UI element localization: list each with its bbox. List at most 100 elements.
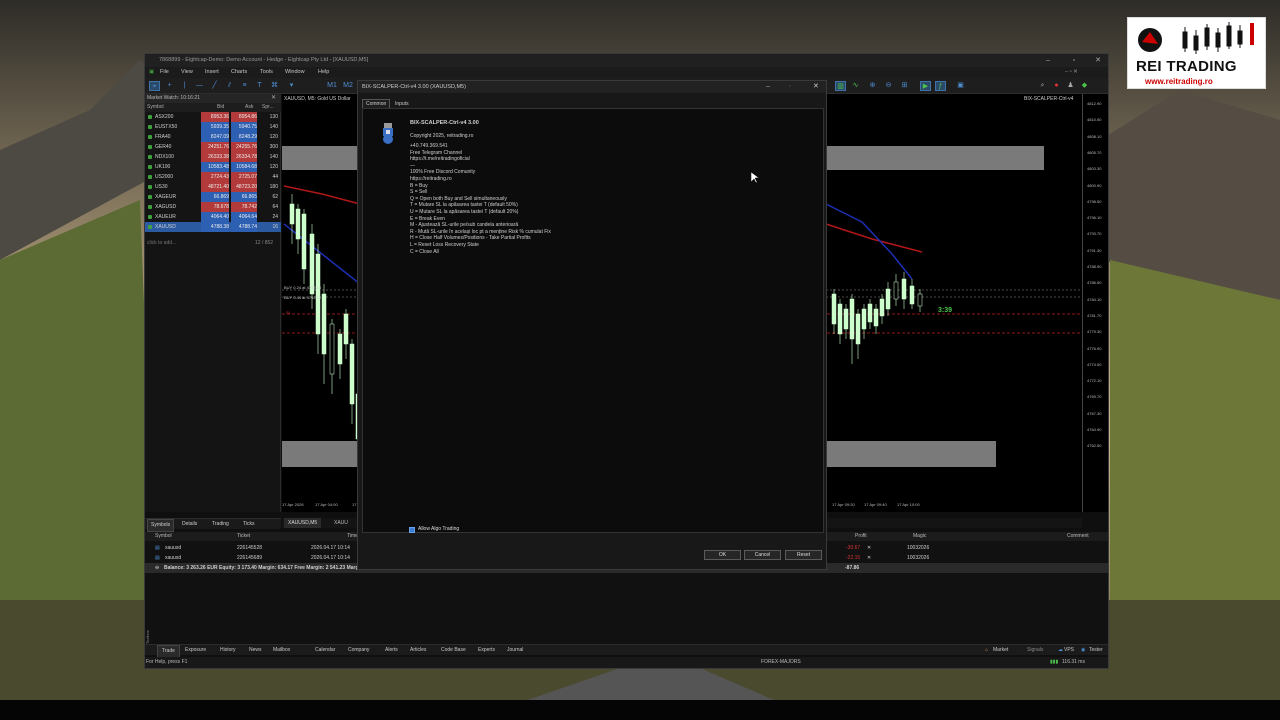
channel-icon[interactable]: ⫽ xyxy=(224,81,235,91)
minimize-button[interactable]: – xyxy=(1037,54,1059,67)
list-item[interactable]: XAUEUR 4064.40 4064.64 24 xyxy=(145,212,281,222)
buy-label-2[interactable]: BUY 0.44 at 4792.22 xyxy=(284,295,321,300)
dialog-close-button[interactable]: ✕ xyxy=(813,81,819,93)
buy-label-1[interactable]: BUY 0.24 at 4792.15 xyxy=(284,285,321,290)
list-item[interactable]: GER40 24251.76 24255.76 300 xyxy=(145,142,281,152)
allow-algo-label[interactable]: Allow Algo Trading xyxy=(418,526,459,532)
indicators-icon[interactable]: ƒ xyxy=(935,81,946,91)
candle-body xyxy=(343,313,349,345)
close-button[interactable]: ✕ xyxy=(1087,54,1109,67)
ea-label[interactable]: BIX-SCALPER-Ctrl-v4 xyxy=(1024,96,1073,102)
cross-icon[interactable]: + xyxy=(164,81,175,91)
signals-icon[interactable]: ◆ xyxy=(1079,81,1090,91)
tab-symbols[interactable]: Symbols xyxy=(147,519,175,532)
menu-file[interactable]: File xyxy=(160,67,169,78)
tab-ticks[interactable]: Ticks xyxy=(240,519,257,530)
chart-tab-2[interactable]: XAUU xyxy=(330,518,352,528)
account-icon[interactable]: ♟ xyxy=(1065,81,1076,91)
market-watch-close-icon[interactable]: ✕ xyxy=(271,94,276,103)
shapes-icon[interactable]: ⌘ xyxy=(269,81,280,91)
list-item[interactable]: UK100 10583.48 10584.68 120 xyxy=(145,162,281,172)
timeframe-m2[interactable]: M2 xyxy=(341,81,355,91)
menu-window[interactable]: Window xyxy=(285,67,305,78)
tab-exposure[interactable]: Exposure xyxy=(185,645,206,656)
templates-icon[interactable]: ▣ xyxy=(955,81,966,91)
menu-tools[interactable]: Tools xyxy=(260,67,273,78)
th-profit[interactable]: Profit xyxy=(855,532,867,541)
list-item[interactable]: EUSTX50 5939.35 5940.75 140 xyxy=(145,122,281,132)
list-item[interactable]: US30 48721.40 48723.20 180 xyxy=(145,182,281,192)
status-profile[interactable]: FOREX-MAJORS xyxy=(761,657,801,668)
fibonacci-icon[interactable]: ≡ xyxy=(239,81,250,91)
th-ticket[interactable]: Ticket xyxy=(237,532,250,541)
menu-view[interactable]: View xyxy=(181,67,193,78)
tab-articles[interactable]: Articles xyxy=(410,645,426,656)
maximize-button[interactable]: ▫ xyxy=(1063,54,1085,67)
list-item[interactable]: XAUUSD 4788.38 4788.74 16 xyxy=(145,222,281,232)
tab-vps[interactable]: VPS xyxy=(1064,645,1074,656)
col-symbol[interactable]: Symbol xyxy=(147,103,164,112)
th-comment[interactable]: Comment xyxy=(1067,532,1089,541)
restore-mdi-icon[interactable]: – ▫ ✕ xyxy=(1065,67,1078,78)
row-magic: 10032026 xyxy=(907,545,930,551)
chart-tab-xauusd[interactable]: XAUUSD,M5 xyxy=(284,518,322,528)
th-magic[interactable]: Magic xyxy=(913,532,926,541)
close-position-icon[interactable]: ✕ xyxy=(867,553,871,563)
tab-history[interactable]: History xyxy=(220,645,236,656)
price-scale[interactable]: 4812.90 4810.50 4808.10 4805.70 4803.30 4800.… xyxy=(1082,94,1108,512)
tab-tester[interactable]: Tester xyxy=(1089,645,1103,656)
tab-mailbox[interactable]: Mailbox xyxy=(273,645,290,656)
search-icon[interactable]: ⌕ xyxy=(1037,81,1048,91)
col-bid[interactable]: Bid xyxy=(217,103,224,112)
allow-algo-checkbox[interactable] xyxy=(409,527,415,533)
dialog-minimize-button[interactable]: – xyxy=(766,81,770,93)
zoom-out-icon[interactable]: ⊖ xyxy=(883,81,894,91)
tab-alerts[interactable]: Alerts xyxy=(385,645,398,656)
list-item[interactable]: XAGUSD 78.678 78.742 64 xyxy=(145,202,281,212)
tab-signals[interactable]: Signals xyxy=(1027,645,1043,656)
close-position-icon[interactable]: ✕ xyxy=(867,543,871,553)
zoom-in-icon[interactable]: ⊕ xyxy=(867,81,878,91)
tab-calendar[interactable]: Calendar xyxy=(315,645,335,656)
col-ask[interactable]: Ask xyxy=(245,103,253,112)
menu-insert[interactable]: Insert xyxy=(205,67,219,78)
list-item[interactable]: ASX200 8953.36 8954.86 130 xyxy=(145,112,281,122)
click-to-add[interactable]: click to add... xyxy=(147,240,176,246)
vertical-line-icon[interactable]: | xyxy=(179,81,190,91)
text-icon[interactable]: T xyxy=(254,81,265,91)
list-item[interactable]: NDX100 26333.38 26334.78 140 xyxy=(145,152,281,162)
menu-charts[interactable]: Charts xyxy=(231,67,247,78)
tab-experts[interactable]: Experts xyxy=(478,645,495,656)
tab-news[interactable]: News xyxy=(249,645,262,656)
cancel-button[interactable]: Cancel xyxy=(744,550,781,560)
line-chart-icon[interactable]: ∿ xyxy=(850,81,861,91)
list-item[interactable]: US2000 2724.43 2725.07 44 xyxy=(145,172,281,182)
tab-market[interactable]: Market xyxy=(993,645,1008,656)
ok-button[interactable]: OK xyxy=(704,550,741,560)
crosshair-icon[interactable]: ⌖ xyxy=(149,81,160,91)
tab-trading[interactable]: Trading xyxy=(209,519,232,530)
market-watch-panel: Market Watch: 10:16:21 ✕ Symbol Bid Ask … xyxy=(145,94,281,512)
tile-windows-icon[interactable]: ⊞ xyxy=(899,81,910,91)
sl-label[interactable]: SL xyxy=(286,310,291,315)
timeframe-m1[interactable]: M1 xyxy=(325,81,339,91)
tab-code-base[interactable]: Code Base xyxy=(441,645,466,656)
tab-journal[interactable]: Journal xyxy=(507,645,523,656)
reset-button[interactable]: Reset xyxy=(785,550,822,560)
algo-trading-icon[interactable]: ▶ xyxy=(920,81,931,91)
more-icon[interactable]: ▾ xyxy=(286,81,297,91)
tab-details[interactable]: Details xyxy=(179,519,200,530)
list-item[interactable]: XAGEUR 66.869 66.865 62 xyxy=(145,192,281,202)
trendline-icon[interactable]: ╱ xyxy=(209,81,220,91)
menu-help[interactable]: Help xyxy=(318,67,329,78)
status-ping[interactable]: 116.31 ms xyxy=(1062,657,1085,668)
list-item[interactable]: FRA40 8247.09 8248.29 120 xyxy=(145,132,281,142)
col-spread[interactable]: Spr... xyxy=(262,103,274,112)
tab-company[interactable]: Company xyxy=(348,645,369,656)
notifications-icon[interactable]: ● xyxy=(1051,81,1062,91)
bar-chart-icon[interactable]: ▥ xyxy=(835,81,846,91)
toolbox-side-label[interactable]: Toolbox xyxy=(145,580,153,644)
dialog-maximize-button[interactable]: ▫ xyxy=(789,81,791,93)
horizontal-line-icon[interactable]: — xyxy=(194,81,205,91)
th-symbol[interactable]: Symbol xyxy=(155,532,172,541)
